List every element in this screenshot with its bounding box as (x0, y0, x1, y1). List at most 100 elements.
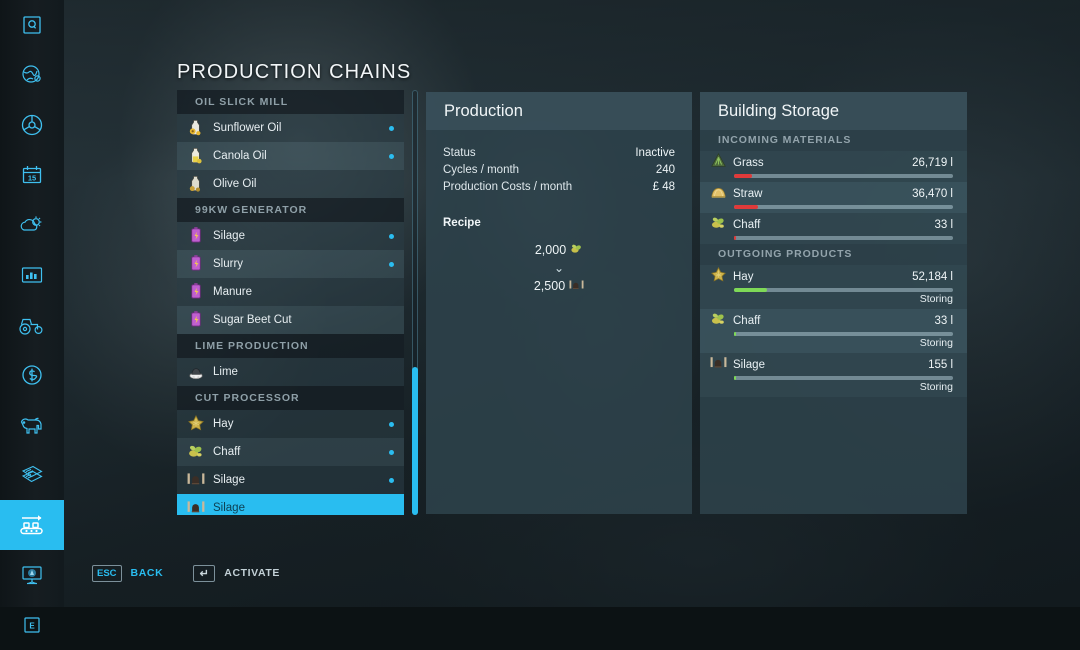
recipe-input-amount: 2,000 (535, 243, 566, 257)
chain-list-item[interactable]: Canola Oil (177, 142, 404, 170)
chain-list-item[interactable]: Sunflower Oil (177, 114, 404, 142)
exit-key-label: E (29, 621, 35, 630)
canola-oil-icon (187, 146, 205, 167)
chain-item-active-dot (389, 182, 394, 187)
rail-item-weather[interactable] (0, 200, 64, 250)
chain-list-item[interactable]: Lime (177, 358, 404, 386)
chain-list-scrollbar[interactable] (411, 90, 419, 515)
chaff-icon (710, 214, 727, 236)
production-stat-value: £ 48 (653, 181, 675, 193)
storage-row[interactable]: Straw36,470 l (700, 182, 967, 213)
storage-panel-title: Building Storage (700, 92, 967, 130)
recipe-input-row: 2,000 (426, 241, 692, 259)
chain-item-active-dot (389, 154, 394, 159)
rail-item-statistics[interactable] (0, 250, 64, 300)
chain-item-label: Hay (213, 418, 389, 430)
production-chain-list[interactable]: OIL SLICK MILL Sunflower Oil Canola Oil … (177, 90, 404, 515)
chain-item-label: Manure (213, 286, 389, 298)
chain-list-item[interactable]: Silage (177, 466, 404, 494)
rail-item-vehicle-steering[interactable] (0, 100, 64, 150)
storage-row[interactable]: Silage155 l Storing (700, 353, 967, 397)
storage-row[interactable]: Chaff33 l (700, 213, 967, 244)
chaff-icon (187, 442, 205, 463)
scrollbar-thumb[interactable] (412, 367, 418, 515)
chain-item-label: Slurry (213, 258, 389, 270)
rail-item-animals[interactable] (0, 400, 64, 450)
storage-row[interactable]: Chaff33 l Storing (700, 309, 967, 353)
silage-bale-icon (187, 498, 205, 516)
storage-fill-level (734, 332, 736, 336)
recipe-output-row: 2,500 (426, 277, 692, 295)
key-esc[interactable]: ESC (92, 565, 122, 582)
chain-list-item[interactable]: Slurry (177, 250, 404, 278)
chain-list-item[interactable]: Silage (177, 494, 404, 515)
storage-row[interactable]: Grass26,719 l (700, 151, 967, 182)
rail-item-vehicles[interactable] (0, 300, 64, 350)
storage-fill-bar (734, 288, 953, 292)
chain-item-label: Silage (213, 502, 389, 514)
rail-item-construction[interactable] (0, 550, 64, 600)
key-enter[interactable]: ↵ (193, 565, 215, 582)
storage-groups: INCOMING MATERIALS Grass26,719 l Straw36… (700, 130, 967, 397)
chain-list-item[interactable]: Hay (177, 410, 404, 438)
recipe-output-amount: 2,500 (534, 279, 565, 293)
chain-item-label: Sugar Beet Cut (213, 314, 389, 326)
storage-row-header: Silage155 l (709, 356, 953, 374)
storage-row-header: Chaff33 l (709, 312, 953, 330)
generator-canister-icon (187, 254, 205, 275)
storage-item-name: Straw (733, 188, 912, 200)
hay-icon (187, 414, 205, 435)
chain-list-item[interactable]: Silage (177, 222, 404, 250)
storage-row-header: Grass26,719 l (709, 154, 953, 172)
help-action-back[interactable]: BACK (131, 567, 164, 579)
lime-icon (187, 362, 205, 383)
storage-item-amount: 33 l (934, 219, 953, 231)
chaff-icon (710, 310, 727, 332)
chain-list-item[interactable]: Olive Oil (177, 170, 404, 198)
rail-item-quest[interactable] (0, 0, 64, 50)
storage-fill-level (734, 376, 736, 380)
olive-oil-icon (187, 174, 205, 195)
chain-item-active-dot (389, 422, 394, 427)
chain-item-label: Olive Oil (213, 178, 389, 190)
rail-item-finances[interactable] (0, 350, 64, 400)
storage-fill-bar (734, 205, 953, 209)
production-stat-value: 240 (656, 164, 675, 176)
production-stat-key: Production Costs / month (443, 181, 572, 193)
chaff-icon (570, 242, 583, 258)
chain-item-label: Silage (213, 230, 389, 242)
silage-bale-icon (569, 278, 584, 294)
chain-group-header: LIME PRODUCTION (177, 334, 404, 358)
straw-icon (710, 183, 727, 205)
rail-item-calendar[interactable]: 15 (0, 150, 64, 200)
storage-item-status: Storing (709, 381, 953, 393)
chain-item-active-dot (389, 290, 394, 295)
help-action-activate[interactable]: ACTIVATE (224, 567, 280, 579)
storage-row-header: Chaff33 l (709, 216, 953, 234)
grass-icon (710, 152, 727, 174)
chain-item-active-dot (389, 450, 394, 455)
rail-item-contracts[interactable] (0, 450, 64, 500)
chain-item-label: Chaff (213, 446, 389, 458)
storage-fill-level (734, 236, 736, 240)
rail-item-production-chains[interactable] (0, 500, 64, 550)
chain-group-header: OIL SLICK MILL (177, 90, 404, 114)
page-title: PRODUCTION CHAINS (177, 61, 411, 84)
chain-group-header: 99KW GENERATOR (177, 198, 404, 222)
storage-item-name: Hay (733, 271, 912, 283)
chain-list-item[interactable]: Sugar Beet Cut (177, 306, 404, 334)
chain-item-label: Silage (213, 474, 389, 486)
storage-item-name: Chaff (733, 315, 934, 327)
chain-item-active-dot (389, 262, 394, 267)
storage-item-status: Storing (709, 337, 953, 349)
storage-item-name: Grass (733, 157, 912, 169)
chain-list-item[interactable]: Chaff (177, 438, 404, 466)
rail-item-map[interactable] (0, 50, 64, 100)
chain-list-item[interactable]: Manure (177, 278, 404, 306)
chain-item-label: Lime (213, 366, 389, 378)
generator-canister-icon (187, 282, 205, 303)
storage-row[interactable]: Hay52,184 lStoring (700, 265, 967, 309)
help-bar: ESC BACK ↵ ACTIVATE (92, 563, 280, 583)
storage-item-name: Chaff (733, 219, 934, 231)
rail-item-exit[interactable]: E (0, 600, 64, 650)
